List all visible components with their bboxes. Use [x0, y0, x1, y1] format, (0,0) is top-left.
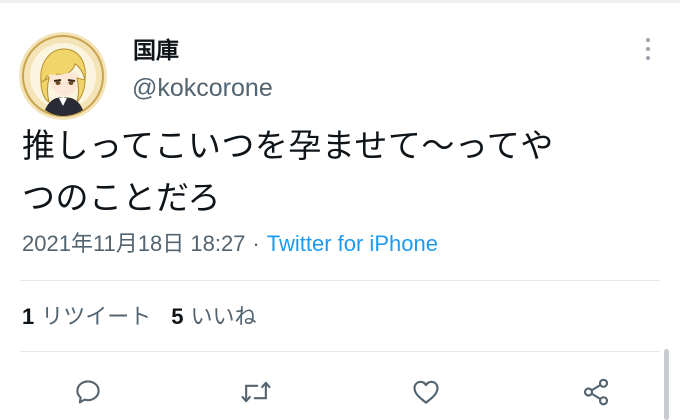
like-button[interactable]: [406, 372, 446, 412]
retweets-stat[interactable]: 1 リツイート: [22, 302, 151, 333]
divider: [20, 280, 660, 281]
more-options-button[interactable]: [636, 34, 660, 64]
avatar[interactable]: [19, 32, 107, 120]
scrollbar[interactable]: [664, 349, 669, 420]
source-link[interactable]: Twitter for iPhone: [267, 231, 438, 256]
tweet-meta: 2021年11月18日 18:27 · Twitter for iPhone: [22, 229, 438, 259]
speech-bubble-icon: [76, 380, 100, 404]
share-button[interactable]: [576, 372, 616, 412]
likes-stat[interactable]: 5 いいね: [171, 302, 256, 333]
more-dot-icon: [646, 56, 650, 60]
tweet-text-line: つのことだろ: [22, 178, 222, 217]
top-divider: [0, 0, 680, 3]
tweet-text: 推しってこいつを孕ませて〜ってや つのことだろ: [22, 120, 652, 224]
more-dot-icon: [646, 38, 650, 42]
like-count: 5: [171, 304, 184, 329]
timestamp[interactable]: 2021年11月18日 18:27: [22, 231, 245, 256]
divider: [20, 351, 660, 352]
tweet-text-line: 推しってこいつを孕ませて〜ってや: [22, 126, 554, 165]
retweet-label: リツイート: [41, 305, 152, 330]
more-dot-icon: [646, 47, 650, 51]
like-label: いいね: [190, 305, 257, 330]
engagement-stats: 1 リツイート 5 いいね: [22, 302, 277, 333]
anime-character-avatar-icon: [19, 32, 107, 120]
user-handle[interactable]: @kokcorone: [132, 73, 273, 103]
retweet-count: 1: [22, 304, 35, 329]
heart-icon: [413, 380, 439, 404]
reply-button[interactable]: [68, 372, 108, 412]
share-icon: [583, 378, 609, 406]
display-name[interactable]: 国庫: [133, 36, 179, 66]
meta-separator: ·: [252, 231, 260, 256]
retweet-button[interactable]: [236, 372, 276, 412]
retweet-arrows-icon: [241, 381, 271, 403]
